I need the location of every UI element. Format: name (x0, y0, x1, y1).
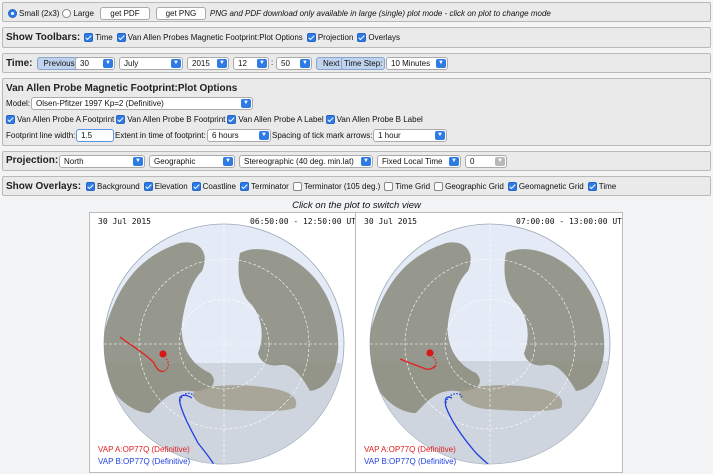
chevron-down-icon: ▼ (436, 59, 446, 68)
local-time-select[interactable]: 0 ▼ (465, 155, 507, 168)
chevron-down-icon: ▼ (259, 131, 269, 140)
overlay-time-grid-checkbox[interactable] (384, 182, 394, 191)
toolbar-time-checkbox[interactable] (84, 33, 94, 42)
time-colon: : (271, 58, 274, 67)
overlay-elevation-checkbox[interactable] (143, 182, 153, 191)
line-width-input[interactable]: 1.5 (76, 129, 114, 142)
toolbar-overlays-checkbox[interactable] (357, 33, 367, 42)
left-vap-a-legend: VAP A:OP77Q (Definitive) (98, 445, 190, 454)
overlay-background-label: Background (97, 182, 140, 191)
get-pdf-button[interactable]: get PDF (99, 7, 150, 20)
probe-b-footprint-checkbox[interactable] (116, 115, 126, 124)
toolbars-label: Show Toolbars: (6, 32, 81, 43)
large-mode-radio[interactable] (62, 9, 72, 18)
spacing-label: Spacing of tick mark arrows: (272, 131, 373, 140)
small-mode-label: Small (2x3) (19, 9, 60, 18)
toolbar-projection-label: Projection (317, 33, 354, 42)
toolbar-overlays-label: Overlays (368, 33, 400, 42)
chevron-down-icon: ▼ (171, 59, 181, 68)
small-mode-radio[interactable] (8, 9, 17, 18)
chevron-down-icon: ▼ (257, 59, 267, 68)
toolbar-footprint-checkbox[interactable] (116, 33, 126, 42)
overlay-geographic-grid-label: Geographic Grid (445, 182, 504, 191)
overlay-terminator-label: Terminator (251, 182, 289, 191)
time-bar: Time: Previous 30 ▼ July ▼ 2015 ▼ 12 ▼ : 50 ▼… (2, 53, 711, 73)
probe-b-label-checkbox[interactable] (325, 115, 335, 124)
overlay-time-grid-label: Time Grid (395, 182, 431, 191)
model-select[interactable]: Olsen-Pfitzer 1997 Kp=2 (Definitive) ▼ (31, 97, 253, 110)
overlay-elevation-label: Elevation (154, 182, 188, 191)
chevron-down-icon: ▼ (133, 157, 143, 166)
overlays-row: Show Overlays: Background Elevation Coastl… (6, 181, 616, 192)
chevron-down-icon: ▼ (449, 157, 459, 166)
mode-bar: Small (2x3) Large get PDF get PNG PNG an… (2, 2, 711, 22)
projection-bar: Projection: North ▼ Geographic ▼ Stereogra… (2, 151, 711, 171)
probe-a-footprint-label: Van Allen Probe A Footprint (17, 115, 115, 124)
right-plot-panel[interactable]: 30 Jul 2015 07:00:00 - 13:00:00 UT VAP A… (355, 212, 623, 473)
toolbars-bar: Show Toolbars: Time Van Allen Probes Mag… (2, 27, 711, 48)
left-vap-b-legend: VAP B:OP77Q (Definitive) (98, 457, 191, 466)
overlay-terminator-checkbox[interactable] (240, 182, 250, 191)
right-vap-b-legend: VAP B:OP77Q (Definitive) (364, 457, 457, 466)
year-select[interactable]: 2015 ▼ (187, 57, 229, 70)
get-png-button[interactable]: get PNG (155, 7, 206, 20)
time-label: Time: (6, 58, 33, 69)
overlay-geomagnetic-grid-checkbox[interactable] (507, 182, 517, 191)
hemisphere-select[interactable]: North ▼ (59, 155, 145, 168)
time-mode-select[interactable]: Fixed Local Time ▼ (377, 155, 461, 168)
overlay-coastline-label: Coastline (202, 182, 237, 191)
extent-select[interactable]: 6 hours ▼ (207, 129, 271, 142)
chevron-down-icon: ▼ (361, 157, 371, 166)
right-polar-map (369, 223, 611, 465)
projection-label: Projection: (6, 155, 59, 166)
overlay-time-checkbox[interactable] (587, 182, 597, 191)
overlay-time-label: Time (598, 182, 617, 191)
overlay-geographic-grid-checkbox[interactable] (434, 182, 444, 191)
minute-select[interactable]: 50 ▼ (276, 57, 312, 70)
overlay-geomagnetic-grid-label: Geomagnetic Grid (518, 182, 584, 191)
day-select[interactable]: 30 ▼ (75, 57, 115, 70)
month-select[interactable]: July ▼ (119, 57, 183, 70)
probe-a-footprint-checkbox[interactable] (6, 115, 15, 124)
model-label: Model: (6, 99, 31, 108)
probe-a-label-label: Van Allen Probe A Label (238, 115, 324, 124)
large-mode-label: Large (73, 9, 94, 18)
overlay-coastline-checkbox[interactable] (191, 182, 201, 191)
chevron-down-icon: ▼ (217, 59, 227, 68)
line-width-label: Footprint line width: (6, 131, 76, 140)
time-step-label: Time Step: (341, 57, 386, 70)
hour-select[interactable]: 12 ▼ (233, 57, 269, 70)
footprint-title: Van Allen Probe Magnetic Footprint:Plot … (6, 83, 238, 94)
spacing-select[interactable]: 1 hour ▼ (373, 129, 447, 142)
probe-a-label-checkbox[interactable] (227, 115, 237, 124)
projection-type-select[interactable]: Stereographic (40 deg. min.lat) ▼ (239, 155, 373, 168)
left-plot-panel[interactable]: 30 Jul 2015 06:50:00 - 12:50:00 UT VAP A… (89, 212, 357, 473)
download-note: PNG and PDF download only available in l… (209, 9, 551, 18)
footprint-options-panel: Van Allen Probe Magnetic Footprint:Plot … (2, 78, 711, 146)
overlay-background-checkbox[interactable] (86, 182, 96, 191)
toolbar-projection-checkbox[interactable] (306, 33, 316, 42)
time-step-select[interactable]: 10 Minutes ▼ (386, 57, 448, 70)
coordinates-select[interactable]: Geographic ▼ (149, 155, 235, 168)
probe-b-label-label: Van Allen Probe B Label (336, 115, 423, 124)
probe-b-footprint-label: Van Allen Probe B Footprint (127, 115, 226, 124)
probe-a-position-marker (159, 350, 167, 358)
probe-a-position-marker (426, 349, 434, 357)
overlays-label: Show Overlays: (6, 181, 82, 192)
right-vap-a-legend: VAP A:OP77Q (Definitive) (364, 445, 456, 454)
toolbar-footprint-label: Van Allen Probes Magnetic Footprint:Plot… (127, 33, 303, 42)
toolbar-time-label: Time (95, 33, 113, 42)
chevron-down-icon: ▼ (241, 99, 251, 108)
chevron-down-icon: ▼ (435, 131, 445, 140)
chevron-down-icon: ▼ (495, 157, 505, 166)
left-polar-map (103, 223, 345, 465)
overlay-terminator-105-deg-label: Terminator (105 deg.) (303, 182, 381, 191)
chevron-down-icon: ▼ (300, 59, 310, 68)
extent-label: Extent in time of footprint: (115, 131, 206, 140)
overlay-terminator-105-deg-checkbox[interactable] (292, 182, 302, 191)
overlays-bar: Show Overlays: Background Elevation Coastl… (2, 176, 711, 196)
chevron-down-icon: ▼ (103, 59, 113, 68)
plot-caption: Click on the plot to switch view (292, 200, 421, 211)
chevron-down-icon: ▼ (223, 157, 233, 166)
